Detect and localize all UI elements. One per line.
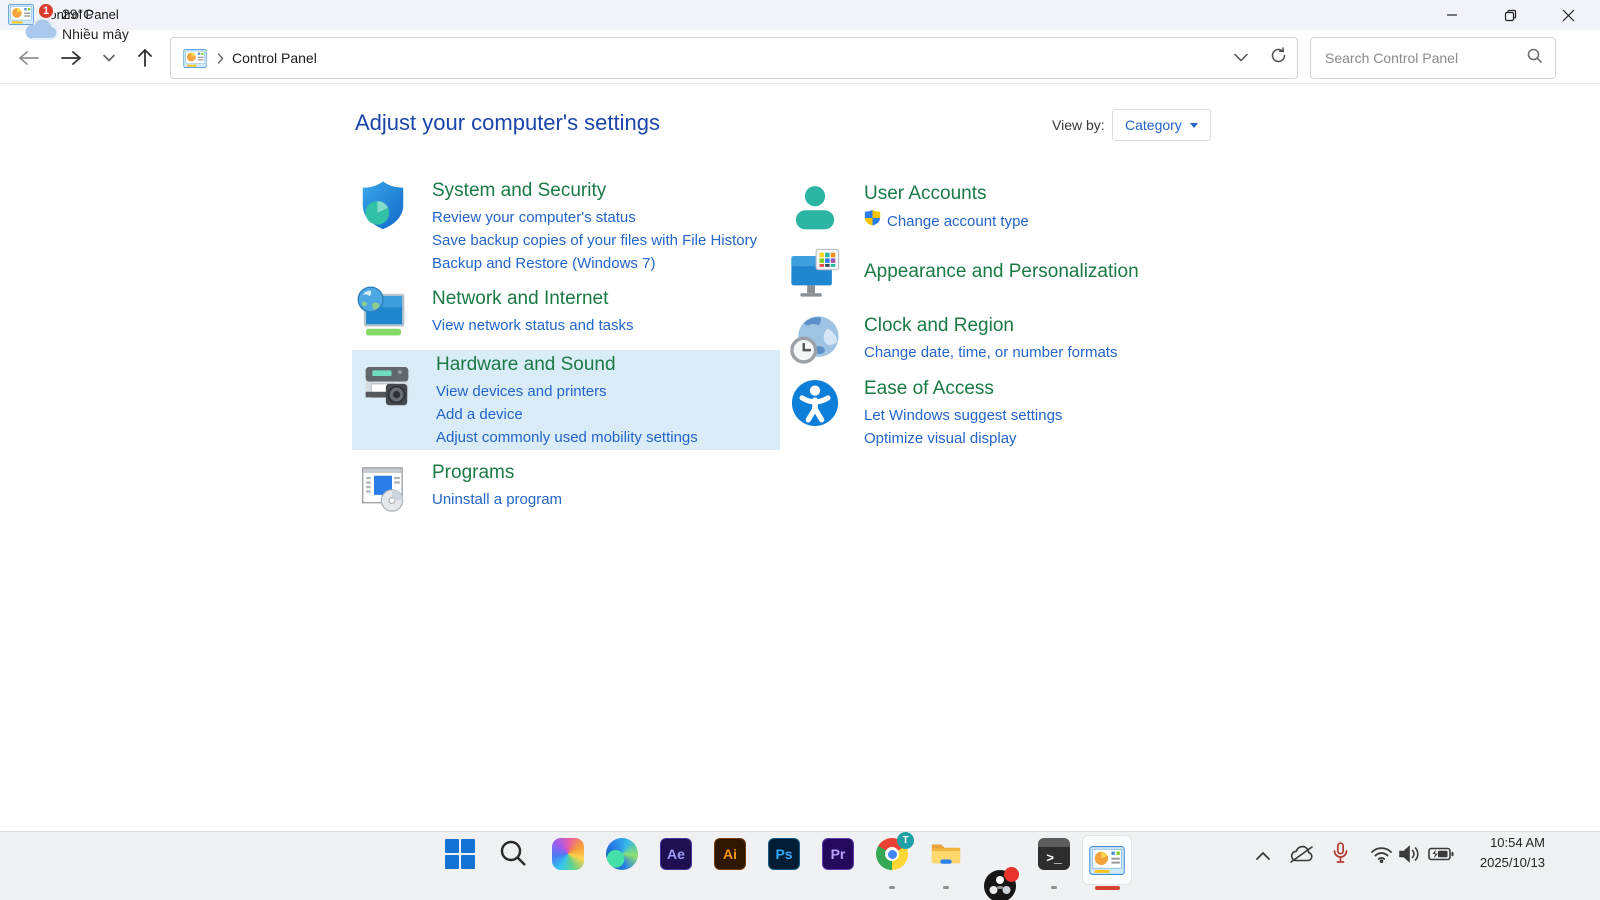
change-account-type-label: Change account type: [887, 210, 1029, 233]
clock-region-title[interactable]: Clock and Region: [864, 313, 1117, 338]
link-let-windows-suggest[interactable]: Let Windows suggest settings: [864, 404, 1062, 427]
address-bar[interactable]: Control Panel: [170, 37, 1298, 79]
search-icon[interactable]: [1527, 48, 1543, 69]
obs-icon[interactable]: [984, 870, 1016, 900]
user-accounts-icon[interactable]: [788, 181, 842, 235]
control-panel-icon: [1089, 846, 1125, 875]
link-uninstall-a-program[interactable]: Uninstall a program: [432, 488, 562, 511]
programs-icon[interactable]: [356, 460, 410, 514]
category-clock-and-region: Clock and Region Change date, time, or n…: [788, 313, 1188, 367]
copilot-icon[interactable]: [552, 838, 584, 870]
microphone-icon[interactable]: [1333, 842, 1348, 870]
link-change-account-type[interactable]: Change account type: [864, 209, 1029, 233]
chevron-down-icon: [1190, 123, 1198, 128]
clock-region-icon[interactable]: [788, 313, 842, 367]
category-ease-of-access: Ease of Access Let Windows suggest setti…: [788, 376, 1188, 450]
start-button[interactable]: [444, 838, 476, 870]
user-accounts-title[interactable]: User Accounts: [864, 181, 1029, 206]
obs-running-indicator: [997, 886, 1003, 889]
category-hardware-and-sound[interactable]: Hardware and Sound View devices and prin…: [352, 350, 780, 450]
premiere-icon[interactable]: Pr: [822, 838, 854, 870]
after-effects-label: Ae: [667, 846, 685, 862]
category-network-and-internet: Network and Internet View network status…: [356, 286, 780, 340]
link-file-history-backup[interactable]: Save backup copies of your files with Fi…: [432, 229, 757, 252]
illustrator-label: Ai: [723, 846, 737, 862]
appearance-personalization-icon[interactable]: [788, 246, 842, 300]
obs-recording-dot: [1004, 867, 1019, 882]
close-button[interactable]: [1545, 0, 1591, 30]
category-system-and-security: System and Security Review your computer…: [356, 178, 780, 275]
network-internet-icon[interactable]: [356, 286, 410, 340]
file-explorer-icon[interactable]: [930, 838, 962, 870]
link-backup-restore-win7[interactable]: Backup and Restore (Windows 7): [432, 252, 757, 275]
control-panel-active-indicator: [1095, 886, 1120, 890]
system-security-title[interactable]: System and Security: [432, 178, 757, 203]
category-appearance-personalization: Appearance and Personalization: [788, 246, 1188, 300]
system-security-shield-icon[interactable]: [356, 178, 410, 232]
volume-icon[interactable]: [1398, 845, 1421, 868]
after-effects-icon[interactable]: Ae: [660, 838, 692, 870]
taskbar-search-button[interactable]: [498, 838, 530, 870]
category-user-accounts: User Accounts Chan: [788, 181, 1188, 235]
clock-time: 10:54 AM: [1440, 833, 1545, 853]
cloud-weather-icon: [22, 15, 62, 48]
chrome-running-indicator: [889, 886, 895, 889]
show-hidden-icons-chevron-icon[interactable]: [1255, 848, 1271, 866]
taskbar: [0, 831, 1600, 900]
file-explorer-running-indicator: [943, 886, 949, 889]
breadcrumb-control-panel[interactable]: Control Panel: [232, 50, 317, 66]
windows-logo-icon: [445, 839, 475, 869]
uac-shield-icon: [864, 209, 881, 233]
ease-of-access-title[interactable]: Ease of Access: [864, 376, 1062, 401]
link-adjust-mobility-settings[interactable]: Adjust commonly used mobility settings: [436, 426, 698, 449]
photoshop-icon[interactable]: Ps: [768, 838, 800, 870]
appearance-personalization-title[interactable]: Appearance and Personalization: [864, 259, 1139, 284]
onedrive-paused-icon[interactable]: [1288, 845, 1315, 869]
link-review-computer-status[interactable]: Review your computer's status: [432, 206, 757, 229]
titlebar[interactable]: Control Panel: [0, 0, 1600, 30]
search-icon: [498, 838, 528, 868]
link-optimize-visual-display[interactable]: Optimize visual display: [864, 427, 1062, 450]
view-by-label: View by:: [1052, 117, 1105, 133]
address-dropdown-chevron-icon[interactable]: [1234, 49, 1248, 67]
weather-temperature: 29°C: [62, 6, 93, 22]
hardware-sound-title[interactable]: Hardware and Sound: [436, 352, 698, 377]
view-by-value: Category: [1125, 117, 1182, 133]
weather-widget[interactable]: 1 29°C Nhiều mây: [14, 0, 194, 69]
photoshop-label: Ps: [775, 846, 792, 862]
chrome-profile-badge: T: [897, 832, 914, 849]
link-view-network-status[interactable]: View network status and tasks: [432, 314, 634, 337]
link-view-devices-printers[interactable]: View devices and printers: [436, 380, 698, 403]
breadcrumb-chevron-icon: [217, 53, 224, 64]
page-title: Adjust your computer's settings: [355, 110, 660, 136]
weather-condition: Nhiều mây: [62, 26, 129, 42]
taskbar-clock[interactable]: 10:54 AM 2025/10/13: [1440, 833, 1545, 873]
network-internet-title[interactable]: Network and Internet: [432, 286, 634, 311]
search-input[interactable]: [1323, 49, 1527, 67]
control-panel-window: Control Panel: [0, 0, 1600, 900]
category-programs: Programs Uninstall a program: [356, 460, 780, 514]
refresh-icon[interactable]: [1270, 47, 1287, 69]
premiere-label: Pr: [831, 846, 846, 862]
hardware-sound-printer-icon[interactable]: [360, 358, 414, 412]
restore-button[interactable]: [1487, 0, 1533, 30]
view-by-dropdown[interactable]: Category: [1112, 109, 1211, 141]
ease-of-access-icon[interactable]: [788, 376, 842, 430]
illustrator-icon[interactable]: Ai: [714, 838, 746, 870]
control-panel-taskbar-button[interactable]: [1082, 835, 1132, 885]
link-change-date-time-formats[interactable]: Change date, time, or number formats: [864, 341, 1117, 364]
notification-badge: 1: [37, 2, 55, 20]
clock-date: 2025/10/13: [1440, 853, 1545, 873]
chrome-icon[interactable]: T: [876, 838, 908, 870]
search-box[interactable]: [1310, 37, 1556, 79]
terminal-running-indicator: [1051, 886, 1057, 889]
terminal-icon[interactable]: >_: [1038, 838, 1070, 870]
wifi-icon[interactable]: [1370, 846, 1393, 868]
terminal-glyph: >_: [1046, 851, 1062, 866]
edge-icon[interactable]: [606, 838, 638, 870]
programs-title[interactable]: Programs: [432, 460, 562, 485]
link-add-a-device[interactable]: Add a device: [436, 403, 698, 426]
minimize-button[interactable]: [1429, 0, 1475, 30]
